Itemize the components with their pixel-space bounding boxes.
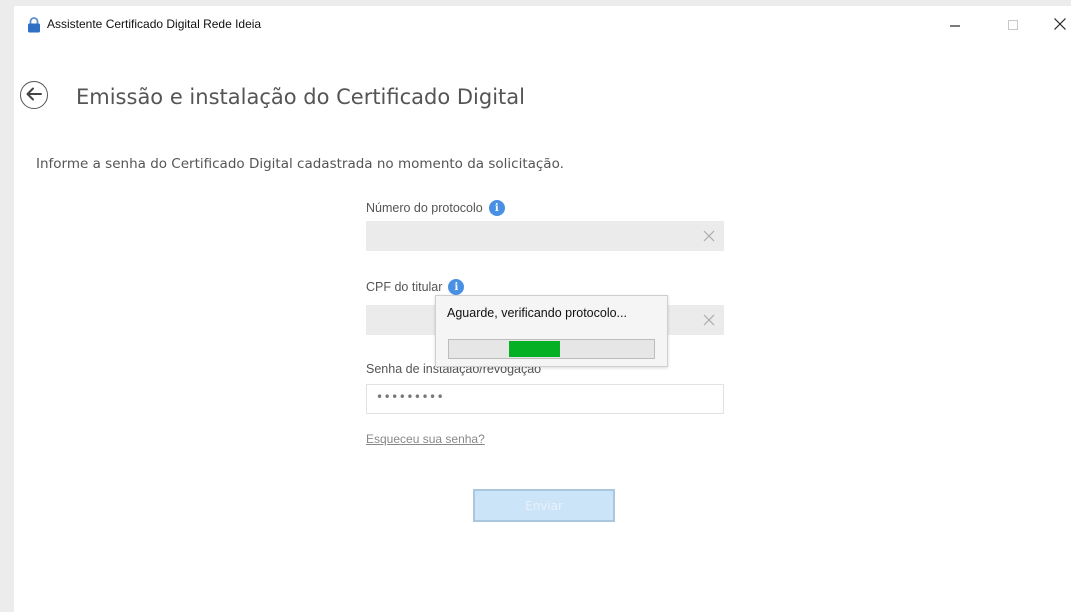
progress-message: Aguarde, verificando protocolo... <box>447 306 627 320</box>
info-icon[interactable]: i <box>448 279 465 295</box>
progress-bar <box>448 339 655 359</box>
page-title: Emissão e instalação do Certificado Digi… <box>76 85 525 109</box>
clear-icon[interactable] <box>702 312 716 326</box>
title-bar[interactable]: Assistente Certificado Digital Rede Idei… <box>14 6 1071 44</box>
protocol-label-text: Número do protocolo <box>366 201 483 215</box>
progress-fill <box>509 341 560 357</box>
progress-dialog: Aguarde, verificando protocolo... <box>435 295 668 367</box>
minimize-button[interactable] <box>941 12 969 38</box>
password-value: ••••••••• <box>376 390 445 404</box>
maximize-button[interactable] <box>999 12 1027 38</box>
instruction-text: Informe a senha do Certificado Digital c… <box>36 156 564 172</box>
forgot-password-link[interactable]: Esqueceu sua senha? <box>366 432 485 446</box>
protocol-label: Número do protocolo i <box>366 200 505 216</box>
close-button[interactable] <box>1046 12 1071 38</box>
back-button[interactable] <box>20 81 48 109</box>
close-icon <box>1053 16 1067 35</box>
lock-icon <box>27 17 41 33</box>
window-title: Assistente Certificado Digital Rede Idei… <box>47 17 262 31</box>
cpf-label-text: CPF do titular <box>366 280 443 294</box>
info-icon[interactable]: i <box>488 200 505 216</box>
protocol-input[interactable] <box>366 221 724 251</box>
app-window: Assistente Certificado Digital Rede Idei… <box>14 6 1071 612</box>
maximize-icon <box>1007 16 1019 35</box>
arrow-left-icon <box>26 86 42 105</box>
minimize-icon <box>949 16 961 35</box>
cpf-label: CPF do titular i <box>366 279 465 295</box>
clear-icon[interactable] <box>702 228 716 242</box>
password-input[interactable]: ••••••••• <box>366 384 724 414</box>
submit-button[interactable]: Enviar <box>473 489 615 522</box>
